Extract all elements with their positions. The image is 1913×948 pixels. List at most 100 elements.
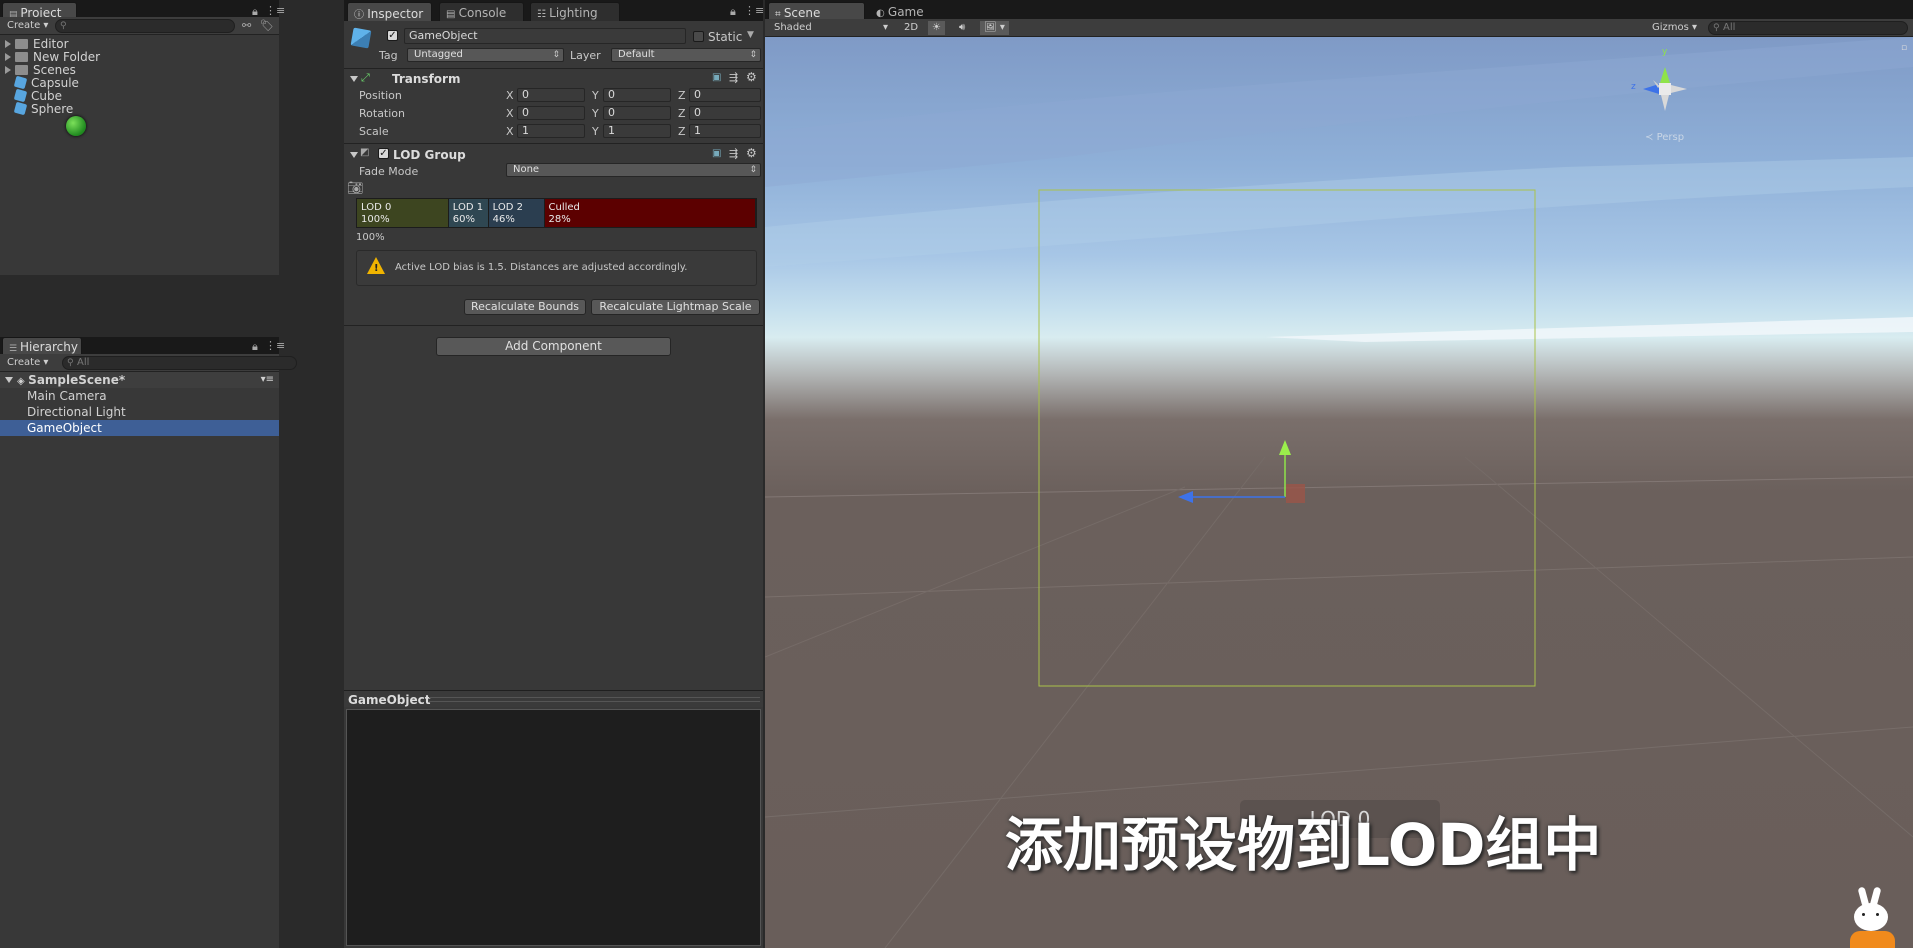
- tab-inspector[interactable]: ⓘ Inspector: [347, 2, 432, 21]
- position-x-field[interactable]: 0: [517, 88, 585, 102]
- reference-icon[interactable]: ▣: [712, 72, 721, 83]
- scene-row[interactable]: ◈ SampleScene* ▾≡: [0, 372, 279, 388]
- lod-bar[interactable]: LOD 0 100% LOD 1 60% LOD 2 46% Culled 28%: [356, 198, 757, 228]
- gizmos-dropdown[interactable]: Gizmos ▾: [1648, 21, 1701, 35]
- tab-label: Lighting: [549, 6, 598, 20]
- position-z-field[interactable]: 0: [689, 88, 761, 102]
- gizmo-lock-icon[interactable]: ▫: [1901, 43, 1907, 53]
- transform-title: Transform: [392, 72, 461, 86]
- lock-icon[interactable]: 🔒︎: [730, 5, 736, 19]
- orientation-gizmo-y-label: y: [1662, 47, 1668, 57]
- hierarchy-search-input[interactable]: ⚲ All: [62, 356, 297, 370]
- drag-cursor-icon: [66, 116, 86, 136]
- active-checkbox[interactable]: ✓: [387, 30, 398, 41]
- expand-arrow-icon[interactable]: [5, 40, 11, 48]
- scale-x-field[interactable]: 1: [517, 124, 585, 138]
- object-name-field[interactable]: GameObject: [404, 28, 686, 44]
- folder-icon: [15, 65, 28, 75]
- inspector-tabbar: ⓘ Inspector ▤ Console ☷ Lighting 🔒︎ ⋮≡: [344, 0, 764, 21]
- persp-label[interactable]: ≺ Persp: [1645, 132, 1684, 143]
- lighting-icon: ☷: [537, 9, 550, 20]
- project-item-label: Sphere: [31, 102, 74, 116]
- lighting-toggle-icon[interactable]: ☀: [928, 21, 945, 35]
- gear-icon[interactable]: ⚙: [746, 146, 757, 160]
- reference-icon[interactable]: ▣: [712, 148, 721, 159]
- collapse-arrow-icon[interactable]: [350, 76, 358, 82]
- scene-search-input[interactable]: ⚲ All: [1708, 21, 1908, 35]
- rotation-x-field[interactable]: 0: [517, 106, 585, 120]
- rotation-y-field[interactable]: 0: [603, 106, 671, 120]
- hierarchy-item-directional-light[interactable]: Directional Light: [0, 404, 279, 420]
- preview-header[interactable]: GameObject: [344, 690, 763, 707]
- hierarchy-item-main-camera[interactable]: Main Camera: [0, 388, 279, 404]
- search-icon: ⚲: [60, 21, 67, 31]
- filter-label-icon[interactable]: 🏷︎: [260, 19, 274, 32]
- scene-viewport[interactable]: y z ▫ ≺ Persp LOD 0 添加预设物到LOD组中: [765, 37, 1913, 948]
- panel-menu-icon[interactable]: ⋮≡: [265, 339, 285, 352]
- recalculate-lightmap-scale-button[interactable]: Recalculate Lightmap Scale: [591, 299, 760, 315]
- info-icon: ⓘ: [354, 10, 368, 21]
- axis-z-label: Z: [678, 107, 686, 120]
- scene-menu-icon[interactable]: ▾≡: [261, 372, 274, 388]
- hierarchy-create-button[interactable]: Create ▾: [3, 356, 52, 370]
- mode-2d-toggle[interactable]: 2D: [900, 21, 922, 35]
- lod-segment-culled[interactable]: Culled 28%: [544, 199, 756, 227]
- fade-mode-dropdown[interactable]: None: [506, 163, 761, 177]
- static-checkbox[interactable]: [693, 31, 704, 42]
- tab-console[interactable]: ▤ Console: [439, 2, 524, 21]
- shading-mode-dropdown[interactable]: Shaded ▾: [770, 21, 890, 35]
- collapse-arrow-icon[interactable]: [350, 152, 358, 158]
- project-search-input[interactable]: ⚲: [55, 19, 235, 33]
- lod-group-title: LOD Group: [393, 148, 466, 162]
- tag-dropdown[interactable]: Untagged: [407, 48, 564, 62]
- tab-hierarchy[interactable]: ☰ Hierarchy: [2, 337, 82, 354]
- persp-arrow-icon: ≺: [1645, 132, 1657, 143]
- expand-arrow-icon[interactable]: [5, 66, 11, 74]
- lod-group-header[interactable]: ◩ ✓ LOD Group ▣ ⇶ ⚙: [344, 146, 763, 163]
- lod-segment-name: LOD 1: [452, 202, 484, 213]
- position-y-field[interactable]: 0: [603, 88, 671, 102]
- panel-menu-icon[interactable]: ⋮≡: [744, 4, 764, 17]
- preview-grip[interactable]: [429, 697, 760, 702]
- lod-segment-lod-1[interactable]: LOD 1 60%: [448, 199, 489, 227]
- project-item-sphere[interactable]: Sphere: [0, 101, 279, 117]
- rotation-z-field[interactable]: 0: [689, 106, 761, 120]
- lod-segment-lod-0[interactable]: LOD 0 100%: [357, 199, 449, 227]
- hierarchy-panel: ☰ Hierarchy 🔒︎ ⋮≡ Create ▾ ⚲ All ◈ Sample…: [0, 337, 297, 948]
- transform-header[interactable]: ⤢ Transform ▣ ⇶ ⚙: [344, 70, 763, 87]
- hierarchy-create-label: Create: [7, 357, 41, 368]
- lod-bias-warning-text: Active LOD bias is 1.5. Distances are ad…: [395, 262, 688, 273]
- expand-arrow-icon[interactable]: [5, 53, 11, 61]
- divider: [344, 325, 763, 326]
- scale-z-field[interactable]: 1: [689, 124, 761, 138]
- axis-z-label: Z: [678, 89, 686, 102]
- gameobject-icon: [350, 27, 372, 49]
- project-create-button[interactable]: Create ▾: [3, 19, 52, 33]
- scene-search-placeholder: All: [1723, 22, 1736, 33]
- audio-toggle-icon[interactable]: 🔊︎: [955, 21, 969, 35]
- lod-bias-warning-box: ! Active LOD bias is 1.5. Distances are …: [356, 250, 757, 286]
- filter-type-icon[interactable]: ⚯: [242, 19, 251, 32]
- camera-icon[interactable]: 📷︎: [347, 181, 364, 196]
- lock-icon[interactable]: 🔒︎: [252, 340, 258, 354]
- project-toolbar: Create ▾ ⚲ ⚯ 🏷︎: [0, 17, 279, 35]
- lod-segment-name: LOD 2: [492, 202, 523, 213]
- warning-exclamation: !: [374, 263, 379, 274]
- divider: [344, 68, 763, 69]
- preset-icon[interactable]: ⇶: [729, 147, 738, 160]
- add-component-button[interactable]: Add Component: [436, 337, 671, 356]
- lod-group-enabled-checkbox[interactable]: ✓: [378, 148, 389, 159]
- layer-dropdown[interactable]: Default: [611, 48, 761, 62]
- collapse-arrow-icon[interactable]: [5, 377, 13, 383]
- effects-toggle-icon[interactable]: 🖼︎ ▾: [980, 21, 1009, 35]
- hierarchy-item-gameobject[interactable]: GameObject: [0, 420, 279, 436]
- panel-menu-icon[interactable]: ⋮≡: [265, 4, 285, 17]
- recalculate-bounds-button[interactable]: Recalculate Bounds: [464, 299, 586, 315]
- tab-lighting[interactable]: ☷ Lighting: [530, 2, 620, 21]
- static-dropdown-icon[interactable]: ▼: [747, 30, 754, 40]
- scale-y-field[interactable]: 1: [603, 124, 671, 138]
- lod-segment-lod-2[interactable]: LOD 2 46%: [488, 199, 545, 227]
- preset-icon[interactable]: ⇶: [729, 71, 738, 84]
- video-subtitle: 添加预设物到LOD组中: [1005, 811, 1602, 879]
- gear-icon[interactable]: ⚙: [746, 70, 757, 84]
